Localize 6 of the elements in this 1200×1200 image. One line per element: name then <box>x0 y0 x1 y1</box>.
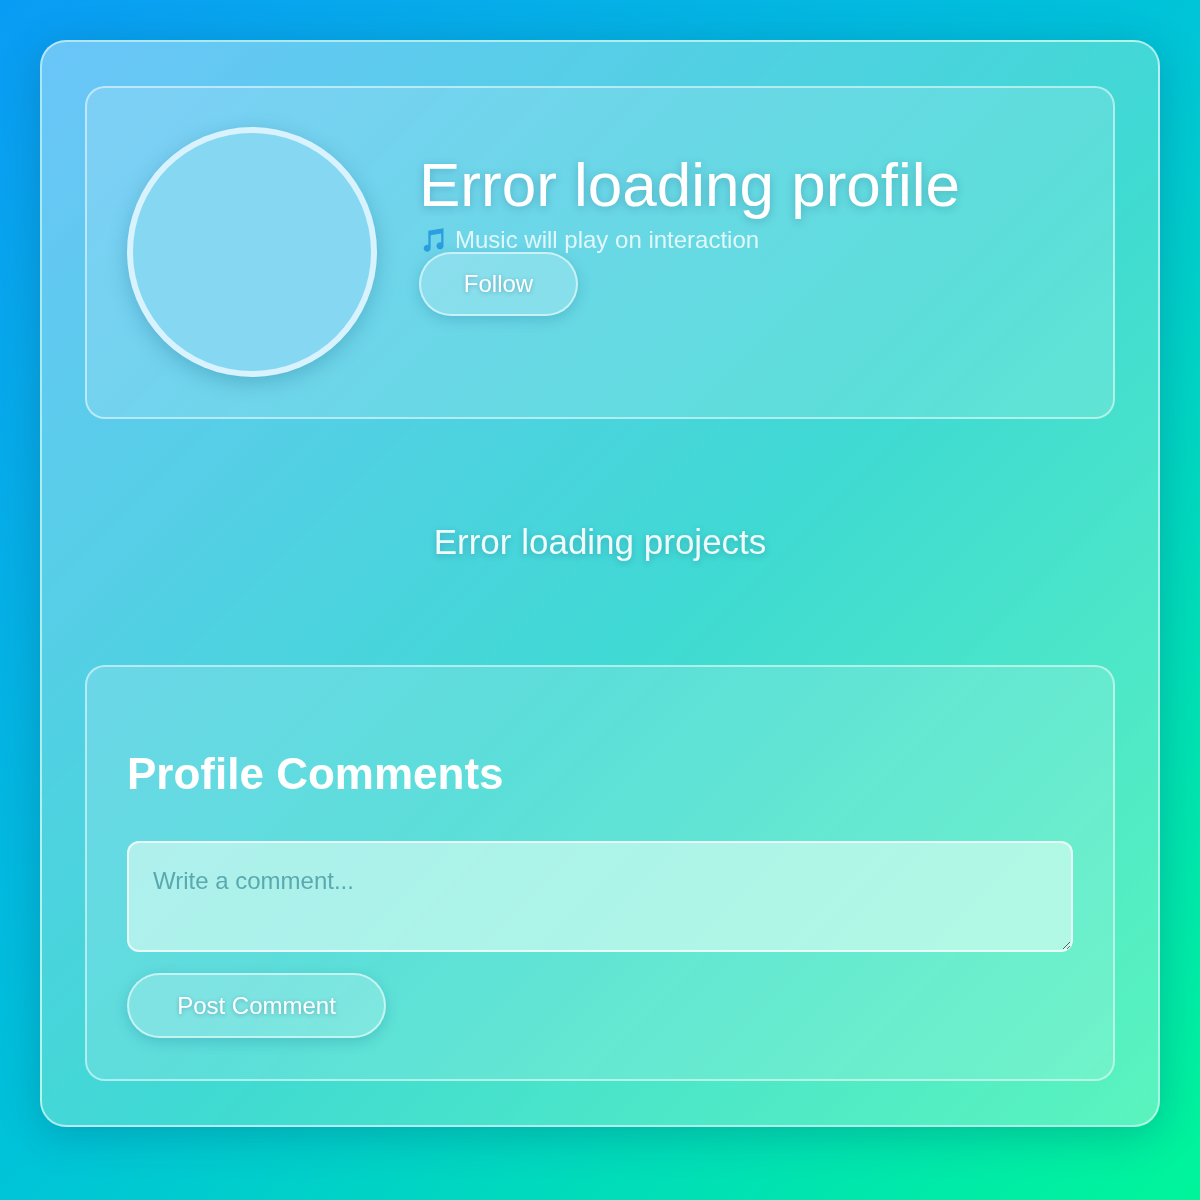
comment-field[interactable]: Write a comment... <box>127 841 1073 952</box>
profile-title: Error loading profile <box>419 148 961 220</box>
projects-error-message: Error loading projects <box>433 521 767 562</box>
music-hint: Music will play on interaction <box>455 225 760 254</box>
post-comment-button[interactable]: Post Comment <box>127 973 386 1038</box>
comments-heading: Profile Comments <box>127 749 505 799</box>
